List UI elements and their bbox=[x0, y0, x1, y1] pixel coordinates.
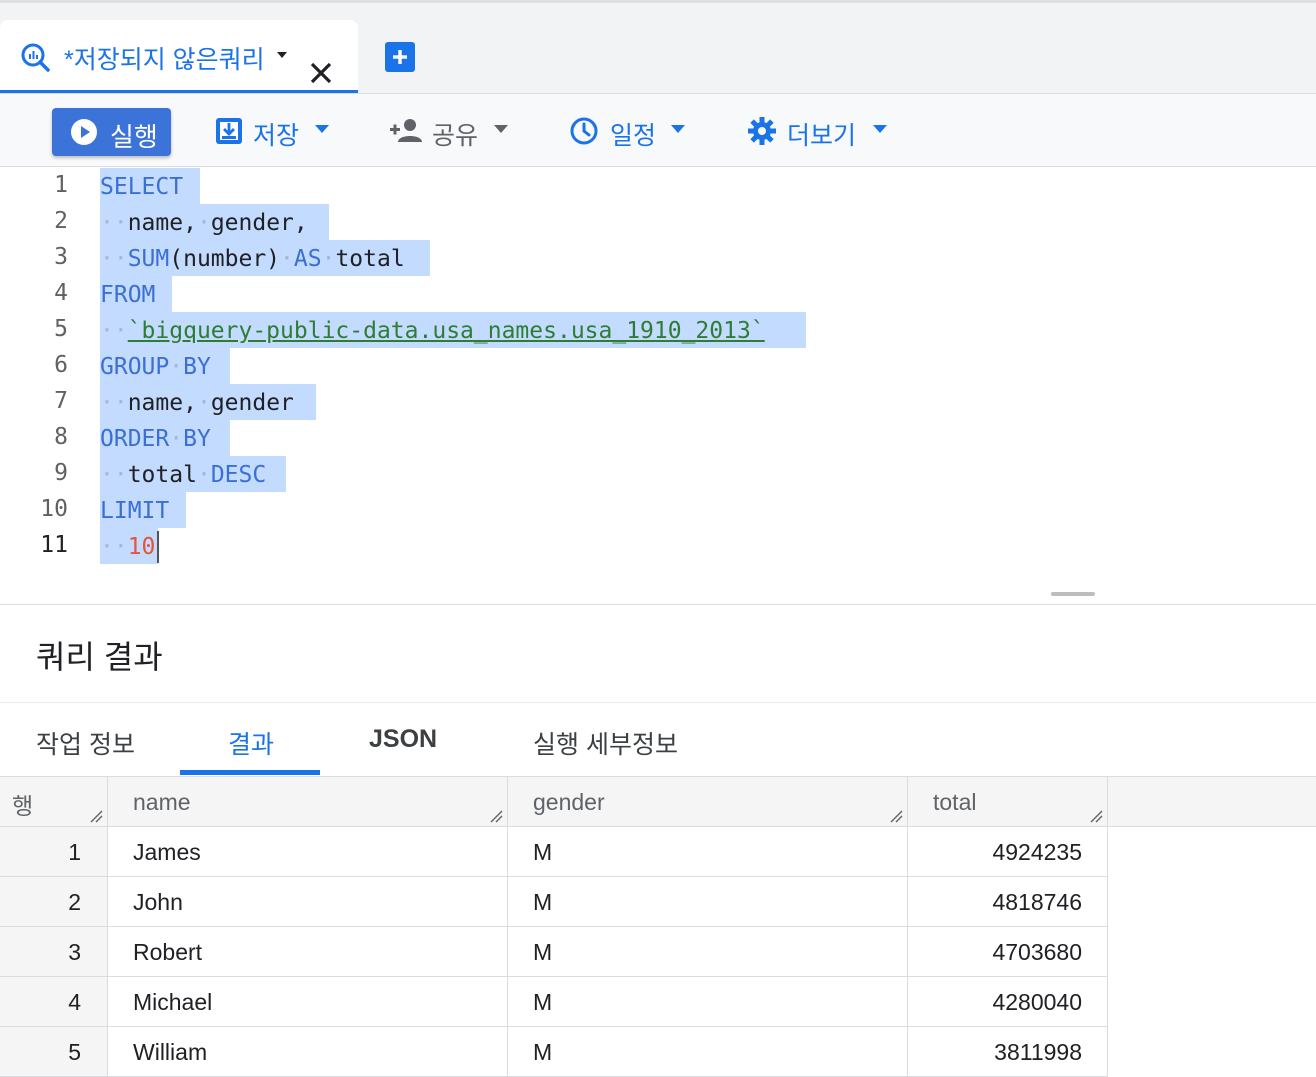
results-title: 쿼리 결과 bbox=[36, 639, 163, 675]
resize-grip-icon[interactable] bbox=[889, 809, 903, 823]
cell-gender[interactable]: M bbox=[508, 827, 908, 877]
save-icon bbox=[216, 118, 242, 144]
query-toolbar: 실행 저장 공유 일정 더보기 bbox=[0, 94, 1316, 167]
cell-total[interactable]: 4280040 bbox=[908, 977, 1108, 1027]
code-line-2: ··name,·gender, bbox=[100, 210, 308, 236]
tab-json[interactable]: JSON bbox=[369, 725, 437, 754]
column-header-total[interactable]: total bbox=[908, 777, 1108, 827]
cell-total[interactable]: 4703680 bbox=[908, 927, 1108, 977]
cell-gender[interactable]: M bbox=[508, 1027, 908, 1077]
add-person-icon bbox=[390, 119, 422, 142]
row-number: 4 bbox=[0, 977, 108, 1027]
cell-total[interactable]: 3811998 bbox=[908, 1027, 1108, 1077]
cell-gender[interactable]: M bbox=[508, 977, 908, 1027]
save-button[interactable]: 저장 bbox=[214, 112, 334, 152]
tab-unsaved-query[interactable]: *저장되지 않은쿼리 bbox=[0, 20, 358, 93]
cell-name[interactable]: Michael bbox=[108, 977, 508, 1027]
cell-name[interactable]: Robert bbox=[108, 927, 508, 977]
line-number: 7 bbox=[54, 388, 68, 414]
results-tabs: 작업 정보 결과 JSON 실행 세부정보 bbox=[0, 702, 1316, 777]
tab-title: *저장되지 않은쿼리 bbox=[64, 46, 265, 74]
tab-strip: *저장되지 않은쿼리 bbox=[0, 0, 1316, 94]
query-icon bbox=[21, 43, 50, 72]
chevron-down-icon bbox=[494, 125, 508, 133]
line-number: 5 bbox=[54, 316, 68, 342]
play-icon bbox=[71, 119, 97, 145]
column-header-name[interactable]: name bbox=[108, 777, 508, 827]
line-number: 10 bbox=[40, 496, 68, 522]
row-number: 3 bbox=[0, 927, 108, 977]
code-line-11: ··10 bbox=[100, 534, 156, 560]
line-number-gutter: 1 2 3 4 5 6 7 8 9 10 11 bbox=[0, 168, 80, 564]
cell-name[interactable]: William bbox=[108, 1027, 508, 1077]
results-tab-indicator bbox=[180, 770, 320, 775]
line-number: 3 bbox=[54, 244, 68, 270]
code-line-10: LIMIT bbox=[100, 498, 170, 524]
code-line-3: ··SUM(number)·AS·total bbox=[100, 246, 405, 272]
share-button[interactable]: 공유 bbox=[390, 112, 520, 152]
line-number: 1 bbox=[54, 172, 68, 198]
schedule-label: 일정 bbox=[610, 122, 657, 150]
add-tab-icon[interactable] bbox=[385, 42, 415, 72]
line-number: 9 bbox=[54, 460, 68, 486]
clock-icon bbox=[570, 117, 598, 145]
code-line-5: ··`bigquery-public-data.usa_names.usa_19… bbox=[100, 318, 765, 344]
row-number: 5 bbox=[0, 1027, 108, 1077]
results-table: 행 name gender total 1 James M 4924235 2 … bbox=[0, 777, 1316, 1077]
row-number: 1 bbox=[0, 827, 108, 877]
close-icon[interactable] bbox=[306, 58, 336, 88]
tab-execution-details[interactable]: 실행 세부정보 bbox=[533, 725, 678, 761]
chevron-down-icon bbox=[873, 125, 887, 133]
share-label: 공유 bbox=[432, 122, 479, 150]
code-line-4: FROM bbox=[100, 282, 156, 308]
cell-gender[interactable]: M bbox=[508, 877, 908, 927]
code-line-8: ORDER·BY bbox=[100, 426, 211, 452]
line-number: 2 bbox=[54, 208, 68, 234]
resize-grip-icon[interactable] bbox=[489, 809, 503, 823]
row-number: 2 bbox=[0, 877, 108, 927]
more-label: 더보기 bbox=[787, 122, 857, 150]
column-header-label: total bbox=[933, 789, 977, 815]
resize-grip-icon[interactable] bbox=[89, 809, 103, 823]
code-line-1: SELECT bbox=[100, 174, 184, 200]
resize-handle[interactable] bbox=[1051, 592, 1095, 596]
resize-grip-icon[interactable] bbox=[1089, 809, 1103, 823]
cell-name[interactable]: James bbox=[108, 827, 508, 877]
tab-active-indicator bbox=[0, 90, 358, 93]
run-label: 실행 bbox=[110, 122, 158, 152]
run-button[interactable]: 실행 bbox=[52, 108, 171, 156]
cell-gender[interactable]: M bbox=[508, 927, 908, 977]
cell-total[interactable]: 4924235 bbox=[908, 827, 1108, 877]
code-line-7: ··name,·gender bbox=[100, 390, 294, 416]
tab-menu-caret-icon[interactable] bbox=[275, 48, 289, 62]
column-header-row: 행 bbox=[0, 777, 108, 827]
column-header-label: name bbox=[133, 789, 191, 815]
tab-results[interactable]: 결과 bbox=[228, 725, 274, 761]
line-number: 6 bbox=[54, 352, 68, 378]
cell-name[interactable]: John bbox=[108, 877, 508, 927]
chevron-down-icon bbox=[315, 125, 329, 133]
line-number: 8 bbox=[54, 424, 68, 450]
column-header-gender[interactable]: gender bbox=[508, 777, 908, 827]
column-header-label: 행 bbox=[12, 793, 34, 819]
text-cursor bbox=[157, 531, 159, 563]
top-border bbox=[0, 0, 1316, 3]
column-header-label: gender bbox=[533, 789, 605, 815]
gear-icon bbox=[748, 117, 776, 145]
editor-footer bbox=[0, 564, 1316, 605]
save-label: 저장 bbox=[253, 122, 300, 150]
sql-editor[interactable]: 1 2 3 4 5 6 7 8 9 10 11 SELECT ··name,·g… bbox=[0, 168, 1316, 564]
line-number: 4 bbox=[54, 280, 68, 306]
code-line-9: ··total·DESC bbox=[100, 462, 267, 488]
chevron-down-icon bbox=[671, 125, 685, 133]
line-number: 11 bbox=[40, 532, 68, 558]
tab-job-info[interactable]: 작업 정보 bbox=[36, 725, 135, 761]
schedule-button[interactable]: 일정 bbox=[569, 112, 694, 152]
more-button[interactable]: 더보기 bbox=[747, 112, 897, 152]
header-filler bbox=[1108, 777, 1316, 827]
code-line-6: GROUP·BY bbox=[100, 354, 211, 380]
cell-total[interactable]: 4818746 bbox=[908, 877, 1108, 927]
